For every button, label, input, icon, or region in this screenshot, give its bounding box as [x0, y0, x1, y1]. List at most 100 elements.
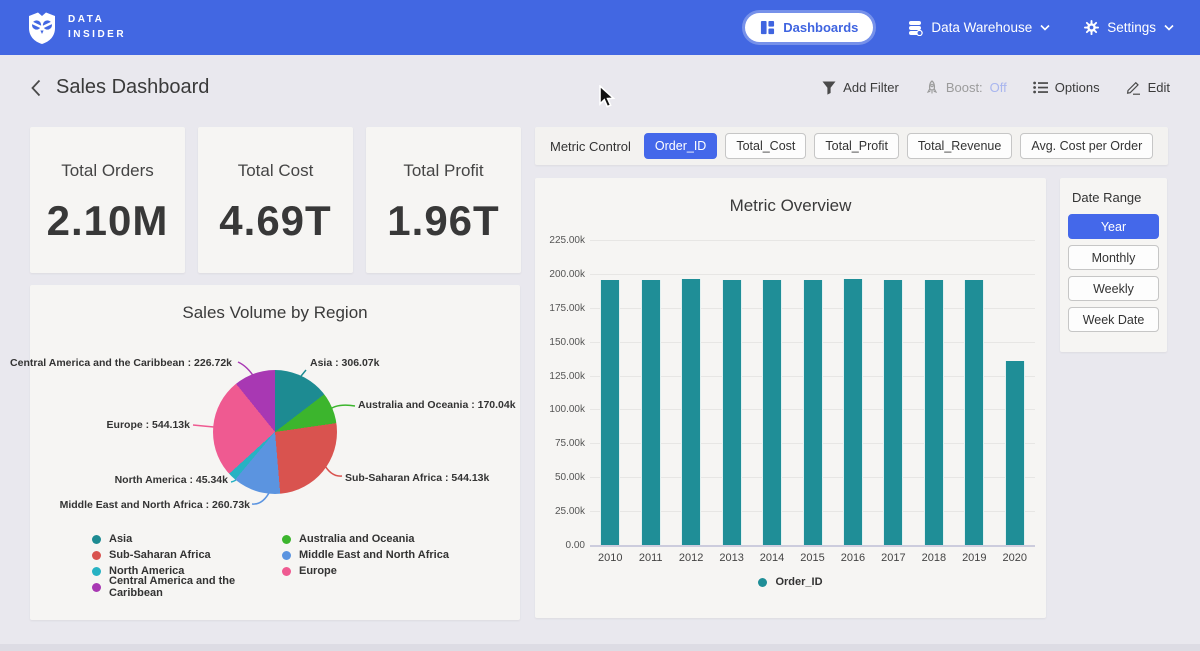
chevron-down-icon: [1040, 24, 1050, 31]
y-axis-tick: 50.00k: [515, 472, 585, 483]
metric-option-order-id[interactable]: Order_ID: [644, 133, 717, 159]
page-title: Sales Dashboard: [56, 76, 209, 99]
pie-label-sub-saharan-africa: Sub-Saharan Africa : 544.13k: [345, 472, 489, 484]
pie-chart-area: Asia : 306.07kAustralia and Oceania : 17…: [30, 285, 520, 620]
x-axis-tick: 2019: [954, 552, 994, 564]
y-axis-tick: 125.00k: [515, 371, 585, 382]
bar-2014: [762, 280, 782, 545]
legend-item-sub-saharan-africa[interactable]: Sub-Saharan Africa: [92, 547, 282, 563]
gridline: [590, 274, 1035, 275]
owl-logo-icon: [26, 11, 58, 45]
navbar-menu: Dashboards Data Warehouse: [745, 13, 1174, 42]
x-axis-tick: 2013: [711, 552, 751, 564]
top-navbar: DATA INSIDER Dashboards Data Warehouse: [0, 0, 1200, 55]
y-axis-tick: 25.00k: [515, 506, 585, 517]
date-range-option-monthly[interactable]: Monthly: [1068, 245, 1159, 270]
bar-2020: [1005, 361, 1025, 545]
x-axis-tick: 2020: [995, 552, 1035, 564]
metric-option-avg-cost-per-order[interactable]: Avg. Cost per Order: [1020, 133, 1153, 159]
y-axis-tick: 150.00k: [515, 337, 585, 348]
legend-label: Sub-Saharan Africa: [109, 549, 211, 561]
legend-item-europe[interactable]: Europe: [282, 563, 449, 579]
kpi-value: 2.10M: [30, 197, 185, 245]
legend-label: Central America and the Caribbean: [109, 575, 282, 599]
options-button[interactable]: Options: [1033, 80, 1100, 95]
y-axis-tick: 175.00k: [515, 303, 585, 314]
pie-legend-column-2: Australia and Oceania Middle East and Nor…: [282, 531, 449, 595]
y-axis-tick: 225.00k: [515, 235, 585, 246]
y-axis-tick: 200.00k: [515, 269, 585, 280]
footer-strip: [0, 644, 1200, 651]
x-axis-tick: 2017: [873, 552, 913, 564]
metric-control-bar: Metric Control Order_IDTotal_CostTotal_P…: [535, 127, 1168, 165]
bar-2017: [883, 280, 903, 545]
x-axis-tick: 2012: [671, 552, 711, 564]
settings-menu[interactable]: Settings: [1084, 20, 1174, 35]
date-range-option-week-date[interactable]: Week Date: [1068, 307, 1159, 332]
date-range-option-weekly[interactable]: Weekly: [1068, 276, 1159, 301]
legend-label: Middle East and North Africa: [299, 549, 449, 561]
pie-legend-column-1: AsiaSub-Saharan AfricaNorth AmericaCentr…: [92, 531, 282, 595]
bar-2018: [924, 280, 944, 545]
pie-label-europe: Europe : 544.13k: [107, 419, 190, 431]
dashboards-button[interactable]: Dashboards: [745, 13, 873, 42]
x-axis-tick: 2018: [914, 552, 954, 564]
dashboard-grid-icon: [760, 20, 775, 35]
back-button[interactable]: [30, 79, 42, 97]
data-warehouse-menu[interactable]: Data Warehouse: [907, 20, 1050, 36]
brand-text: DATA INSIDER: [68, 13, 126, 42]
metric-option-total-revenue[interactable]: Total_Revenue: [907, 133, 1012, 159]
metric-option-total-profit[interactable]: Total_Profit: [814, 133, 899, 159]
page-header: Sales Dashboard Add Filter Boost: Off: [0, 55, 1200, 120]
legend-item-central-america-and-the-caribbean[interactable]: Central America and the Caribbean: [92, 579, 282, 595]
kpi-value: 1.96T: [366, 197, 521, 245]
legend-dot: [758, 578, 767, 587]
y-axis-tick: 0.00: [515, 540, 585, 551]
edit-label: Edit: [1148, 80, 1170, 95]
header-actions: Add Filter Boost: Off Options: [822, 80, 1170, 95]
legend-label: Order_ID: [775, 576, 822, 588]
legend-dot: [282, 567, 291, 576]
filter-funnel-icon: [822, 81, 836, 95]
x-axis-tick: 2011: [630, 552, 670, 564]
legend-dot: [282, 551, 291, 560]
options-label: Options: [1055, 80, 1100, 95]
y-axis-tick: 75.00k: [515, 438, 585, 449]
bar-chart-card: Metric Overview 225.00k200.00k175.00k150…: [535, 178, 1046, 618]
legend-item-asia[interactable]: Asia: [92, 531, 282, 547]
kpi-card-total-profit: Total Profit 1.96T: [366, 127, 521, 273]
legend-dot: [92, 535, 101, 544]
date-range-option-year[interactable]: Year: [1068, 214, 1159, 239]
bar-2013: [722, 280, 742, 545]
metric-option-total-cost[interactable]: Total_Cost: [725, 133, 806, 159]
pencil-icon: [1126, 80, 1141, 95]
bar-2010: [600, 280, 620, 545]
pie-chart-card: Sales Volume by Region Asia : 306.07kAus…: [30, 285, 520, 620]
date-range-panel: Date Range YearMonthlyWeeklyWeek Date: [1060, 178, 1167, 352]
date-range-buttons: Year Monthly Weekly Week Date: [1068, 214, 1159, 332]
rocket-icon: [925, 80, 939, 95]
legend-dot: [92, 583, 101, 592]
y-axis-tick: 100.00k: [515, 404, 585, 415]
x-axis-tick: 2014: [752, 552, 792, 564]
legend-item-middle-east-and-north-africa[interactable]: Middle East and North Africa: [282, 547, 449, 563]
bar-2019: [964, 280, 984, 545]
brand[interactable]: DATA INSIDER: [26, 11, 126, 45]
pie-label-australia-and-oceania: Australia and Oceania : 170.04k: [358, 399, 516, 411]
edit-button[interactable]: Edit: [1126, 80, 1170, 95]
boost-toggle[interactable]: Boost: Off: [925, 80, 1007, 95]
settings-label: Settings: [1107, 20, 1156, 35]
bar-2012: [681, 279, 701, 545]
database-icon: [907, 20, 923, 36]
bar-chart-title: Metric Overview: [535, 178, 1046, 216]
pie-label-middle-east-and-north-africa: Middle East and North Africa : 260.73k: [60, 499, 250, 511]
dashboards-label: Dashboards: [783, 20, 858, 35]
pie-legend: AsiaSub-Saharan AfricaNorth AmericaCentr…: [92, 531, 449, 595]
back-chevron-icon: [30, 79, 42, 97]
legend-dot: [92, 567, 101, 576]
legend-item-australia-and-oceania[interactable]: Australia and Oceania: [282, 531, 449, 547]
add-filter-button[interactable]: Add Filter: [822, 80, 899, 95]
pie-label-north-america: North America : 45.34k: [115, 474, 228, 486]
kpi-value: 4.69T: [198, 197, 353, 245]
chevron-down-icon: [1164, 24, 1174, 31]
